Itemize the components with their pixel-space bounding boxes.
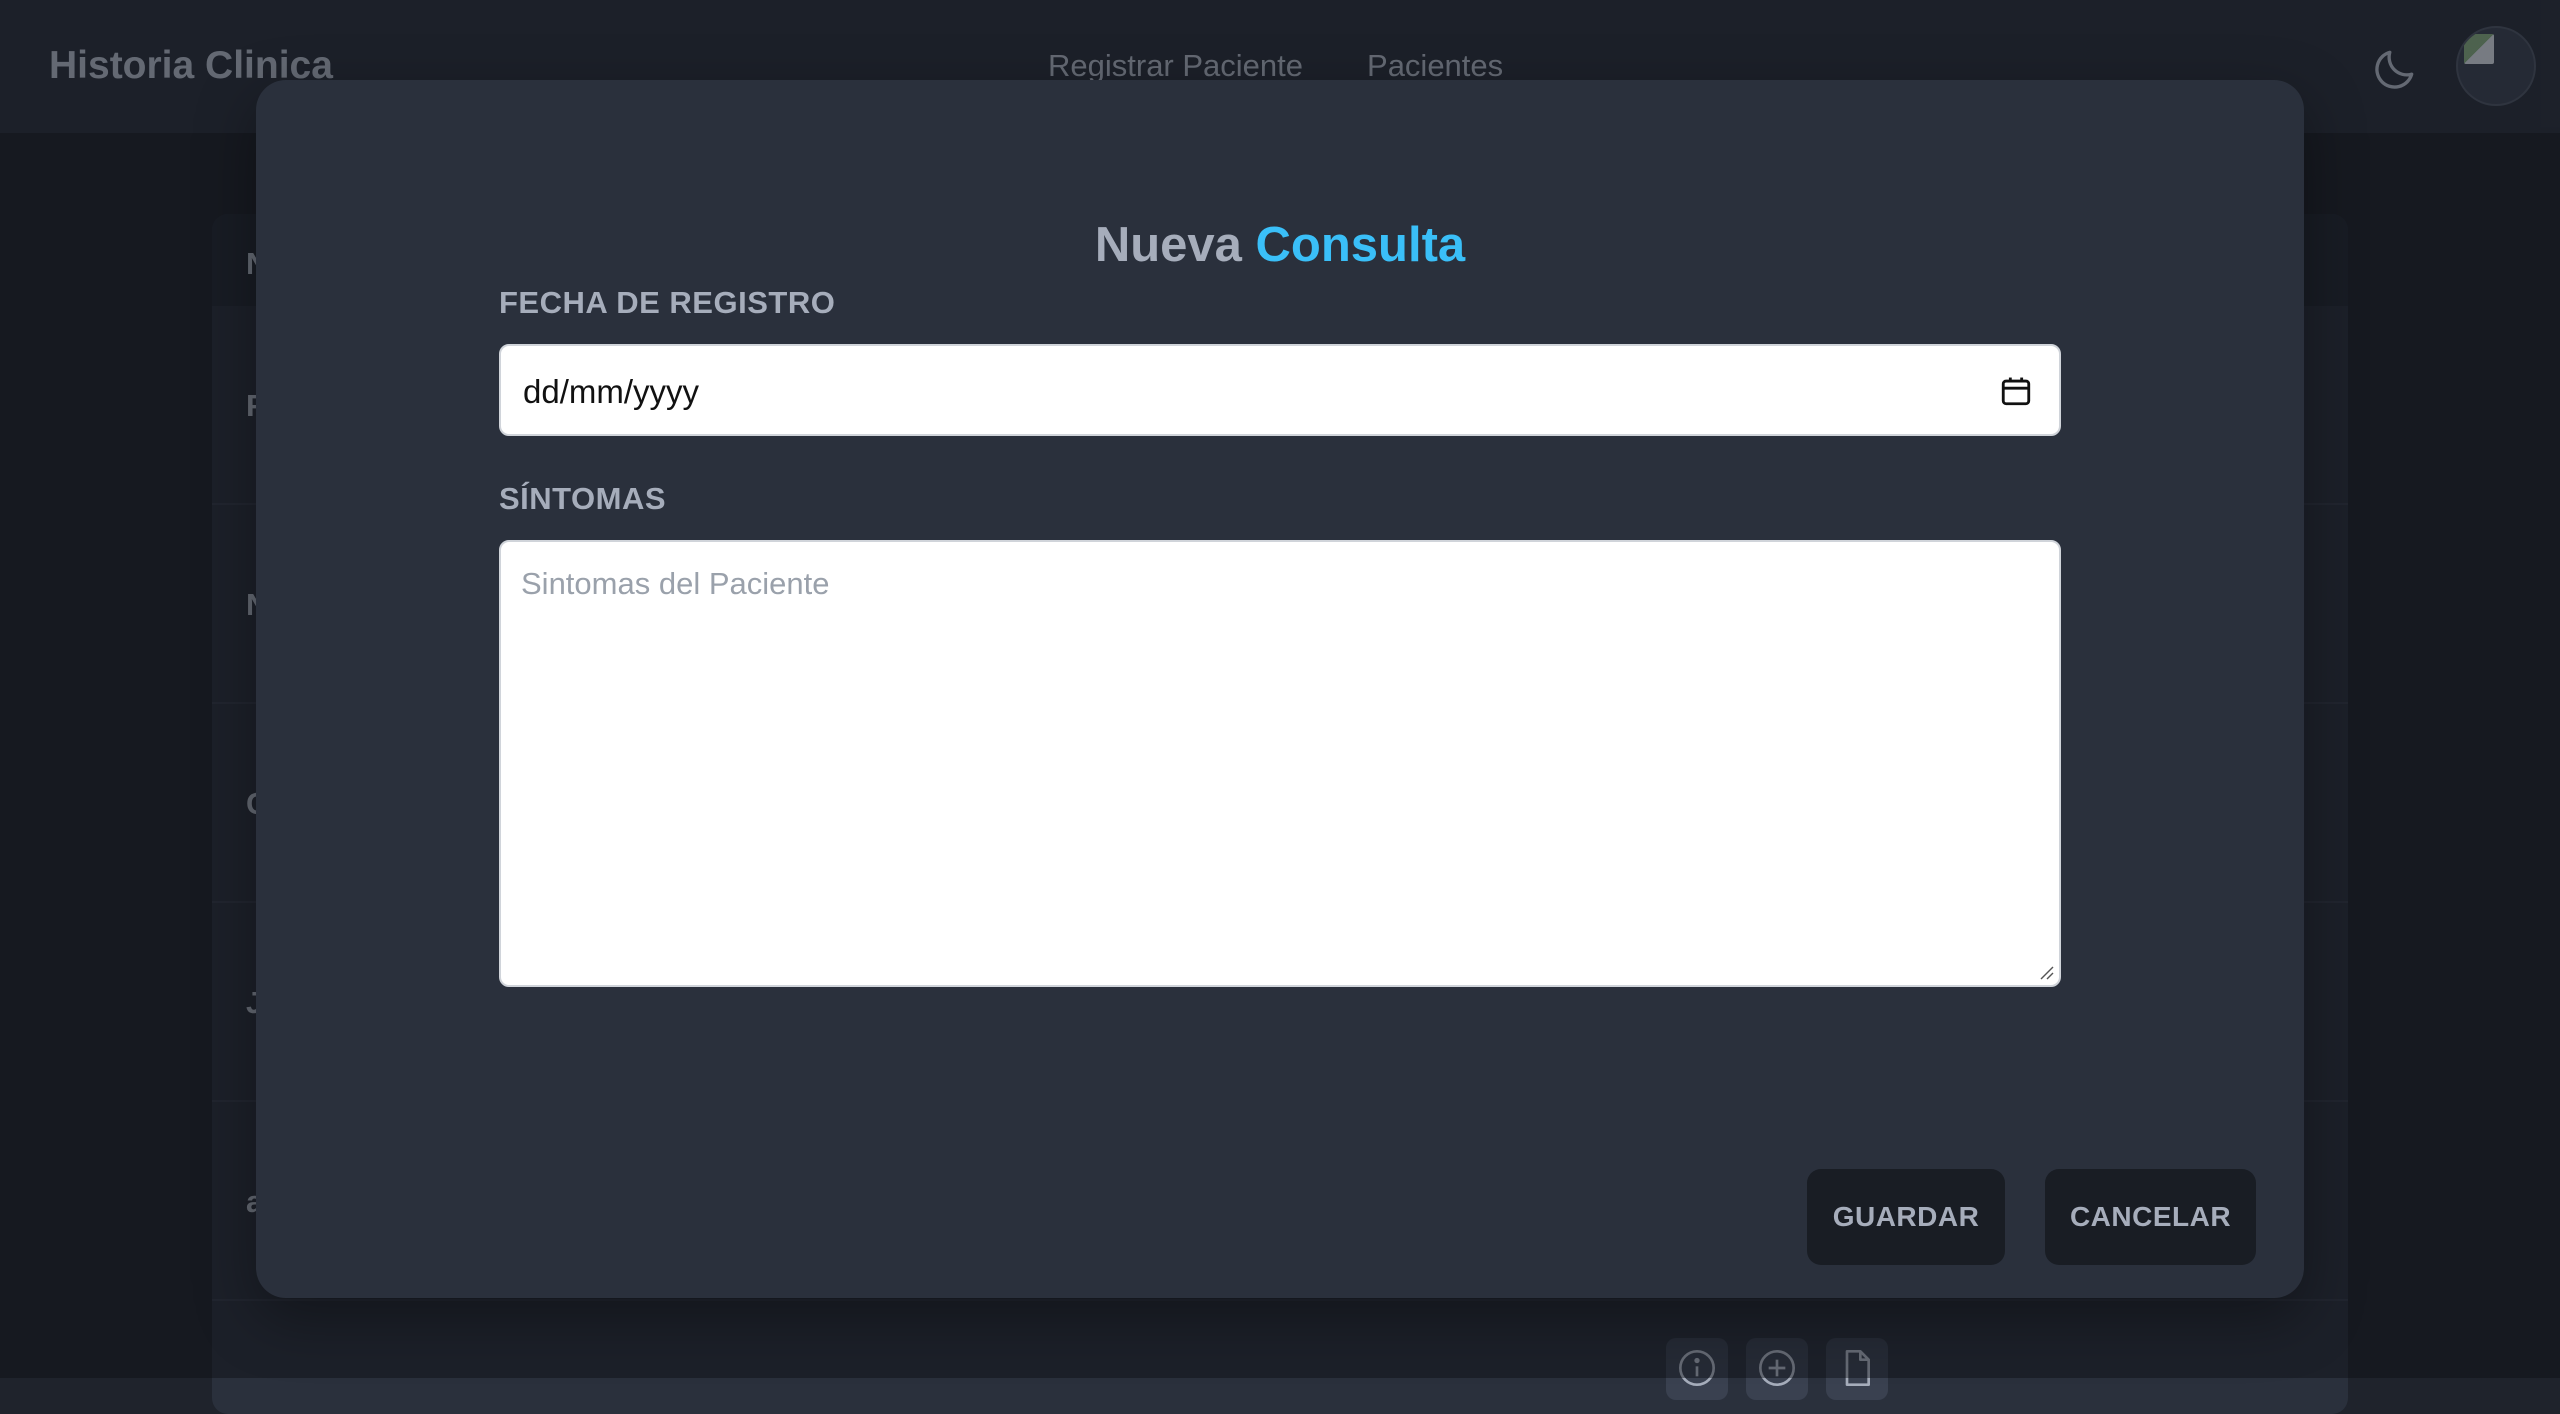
date-label: FECHA DE REGISTRO: [499, 285, 836, 320]
modal-title: Nueva Consulta: [256, 217, 2304, 273]
date-input[interactable]: dd/mm/yyyy: [499, 344, 2061, 436]
symptoms-placeholder: Sintomas del Paciente: [521, 566, 830, 601]
save-button[interactable]: GUARDAR: [1807, 1169, 2005, 1265]
modal-title-prefix: Nueva: [1094, 218, 1242, 272]
resize-handle-icon[interactable]: [2037, 963, 2055, 981]
symptoms-textarea[interactable]: Sintomas del Paciente: [499, 540, 2061, 987]
new-consulta-modal: Nueva Consulta FECHA DE REGISTRO dd/mm/y…: [256, 80, 2304, 1298]
modal-title-accent: Consulta: [1255, 218, 1466, 272]
calendar-icon[interactable]: [1999, 374, 2033, 408]
symptoms-label: SÍNTOMAS: [499, 481, 667, 516]
date-input-value: dd/mm/yyyy: [523, 373, 700, 410]
cancel-button[interactable]: CANCELAR: [2045, 1169, 2256, 1265]
